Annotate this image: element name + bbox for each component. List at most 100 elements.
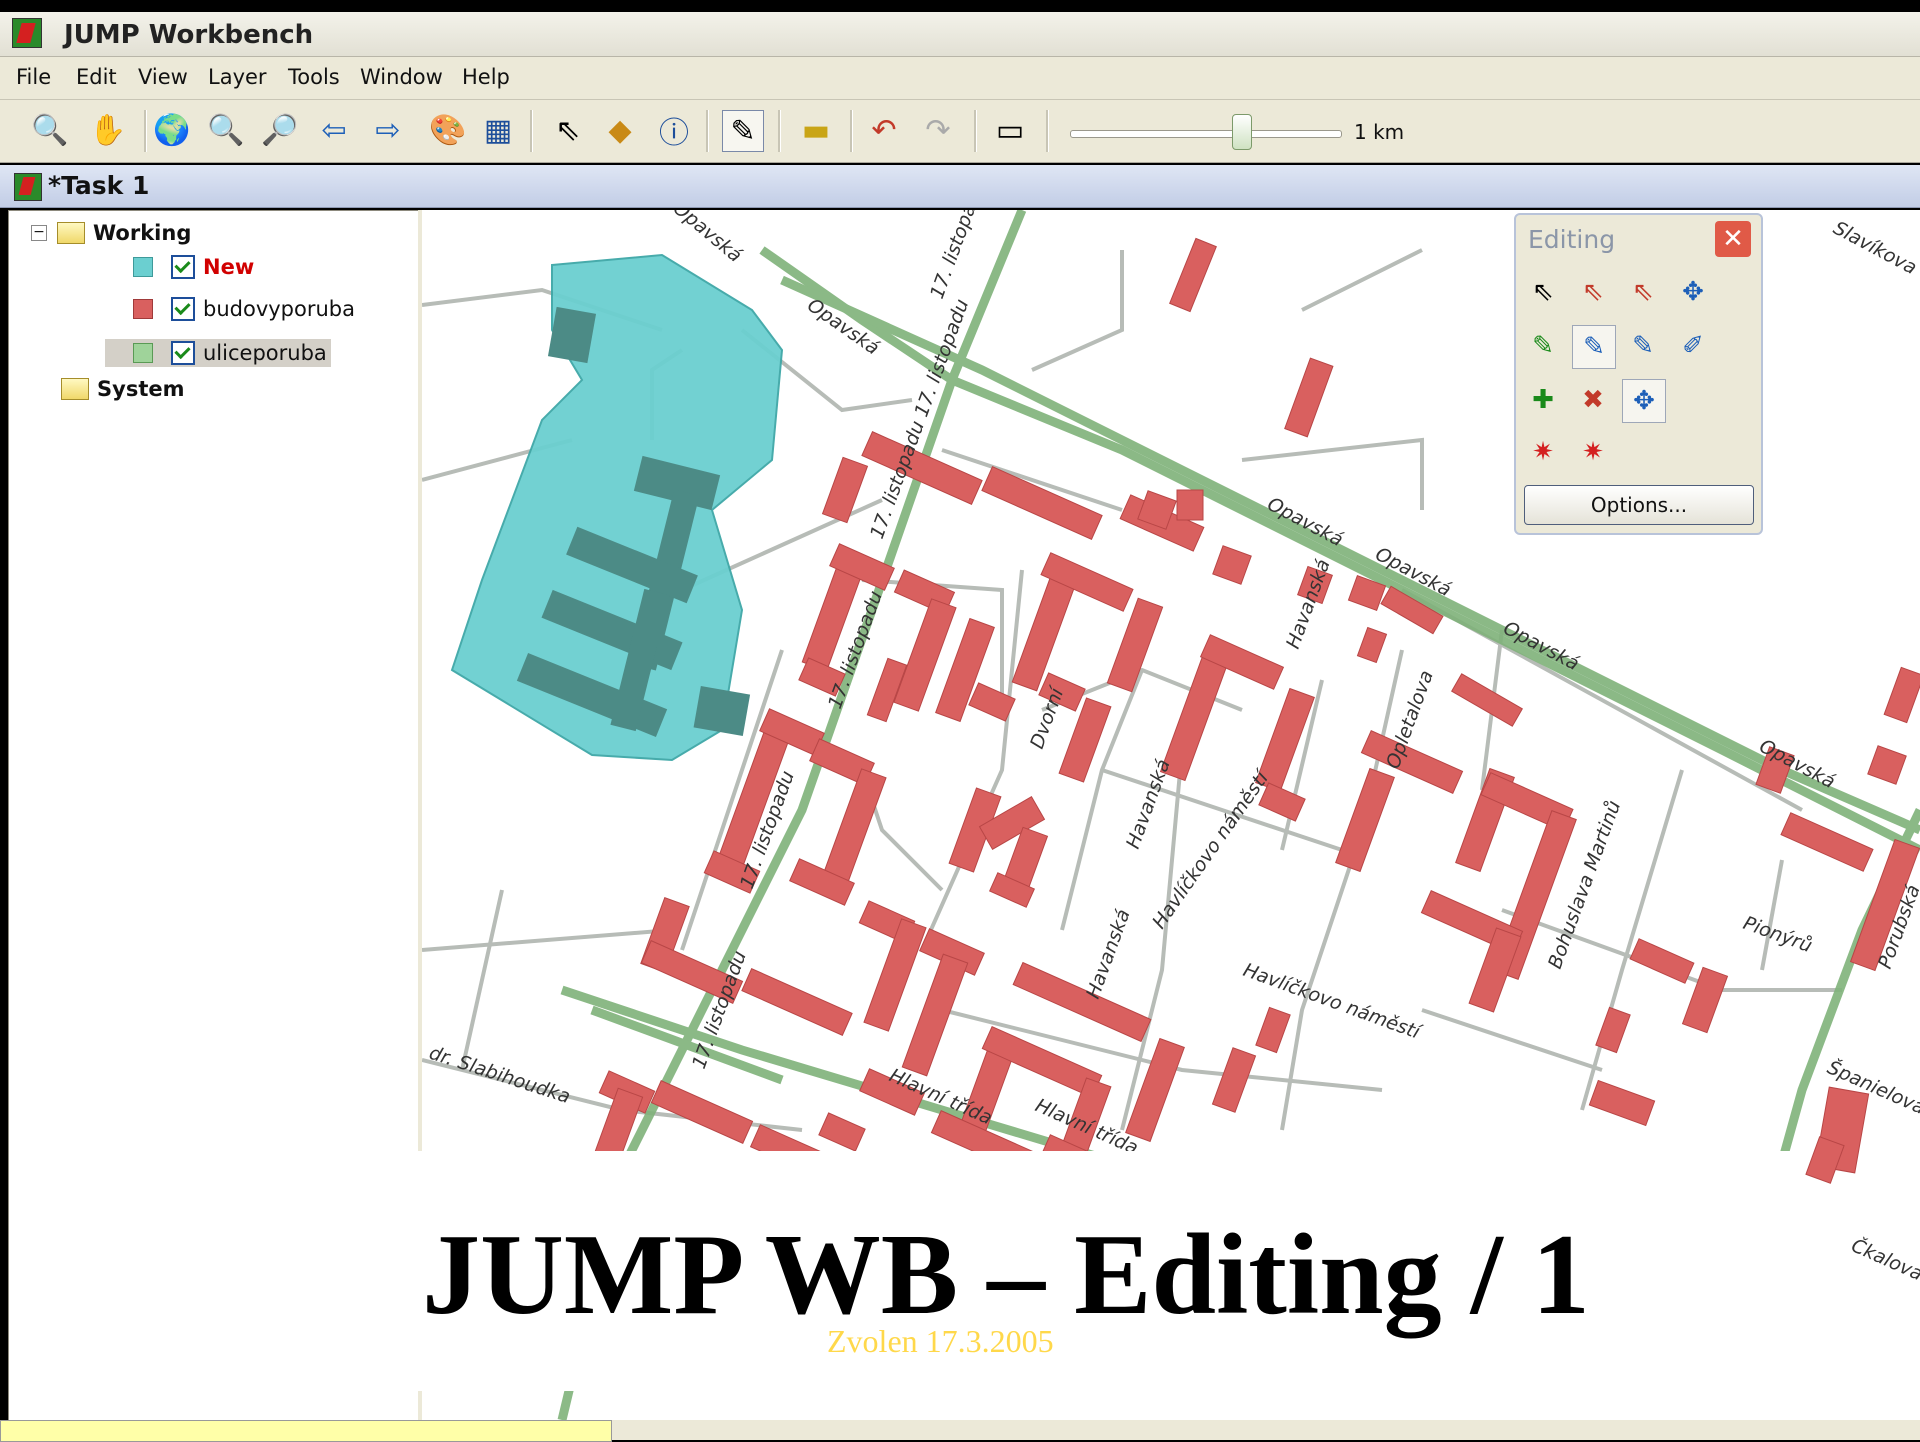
slide-subtitle: Zvolen 17.3.2005	[827, 1323, 1054, 1359]
layer-visibility-checkbox[interactable]	[171, 255, 195, 279]
toolbar: 🔍 ✋ 🌍 🔍 🔎 ⇦ ⇨ 🎨 ▦ ⇖ ◆ ⓘ ✎ ▬ ↶ ↷ ▭ 1 km	[0, 100, 1920, 163]
editing-title: Editing	[1528, 225, 1616, 254]
street-label: Opavská	[669, 210, 746, 267]
layer-label: New	[203, 255, 255, 279]
selected-polygon-new[interactable]	[450, 253, 784, 762]
insert-vertex-icon[interactable]: ✚	[1522, 379, 1564, 421]
task-frame-header: *Task 1	[0, 165, 1920, 208]
undo-icon[interactable]: ↶	[864, 110, 904, 150]
task-title: *Task 1	[48, 171, 150, 200]
move-selected-icon[interactable]: ✥	[1672, 271, 1714, 313]
delete-vertex-icon[interactable]: ✖	[1572, 379, 1614, 421]
street-label: Havanská	[1122, 756, 1175, 851]
app-icon	[12, 18, 42, 48]
menu-bar: File Edit View Layer Tools Window Help	[0, 57, 1920, 100]
scale-label: 1 km	[1354, 120, 1405, 144]
building	[821, 456, 869, 524]
building	[547, 306, 597, 364]
building	[1356, 626, 1388, 664]
folder-icon	[57, 222, 85, 244]
building	[1125, 1037, 1185, 1143]
building	[1867, 745, 1907, 785]
layer-new[interactable]: New	[133, 255, 254, 279]
cube-icon[interactable]: ◆	[600, 110, 640, 150]
menu-help[interactable]: Help	[462, 65, 510, 89]
layer-visibility-checkbox[interactable]	[171, 341, 195, 365]
zoom-full-extent-icon[interactable]: 🌍	[152, 110, 192, 150]
zoom-previous-icon[interactable]: 🔎	[260, 110, 300, 150]
menu-window[interactable]: Window	[360, 65, 443, 89]
layer-budovyporuba[interactable]: budovyporuba	[133, 297, 355, 321]
street-line	[1760, 859, 1784, 971]
toolbar-separator	[974, 110, 977, 152]
palette-icon[interactable]: 🎨	[428, 110, 468, 150]
info-icon[interactable]: ⓘ	[654, 110, 694, 151]
building	[863, 918, 927, 1032]
window-title: JUMP Workbench	[64, 20, 314, 50]
close-icon[interactable]: ✕	[1715, 221, 1751, 257]
grid-icon[interactable]: ▦	[478, 110, 518, 150]
menu-view[interactable]: View	[138, 65, 188, 89]
layer-visibility-checkbox[interactable]	[171, 297, 195, 321]
arrow-right-icon[interactable]: ⇨	[368, 110, 408, 150]
draw-rectangle-icon[interactable]: ✎	[1522, 325, 1564, 367]
layer-style-swatch	[133, 257, 153, 277]
building	[1284, 357, 1334, 438]
draw-polygon-icon[interactable]: ✎	[1572, 325, 1616, 369]
street-line	[1031, 250, 1124, 372]
building	[1805, 1136, 1845, 1184]
building	[650, 1080, 754, 1144]
layer-label: budovyporuba	[203, 297, 355, 321]
redo-icon[interactable]: ↷	[918, 110, 958, 150]
layer-style-swatch	[133, 299, 153, 319]
draw-linestring-icon[interactable]: ✎	[1622, 325, 1664, 367]
building	[1169, 237, 1217, 313]
arrow-left-icon[interactable]: ⇦	[314, 110, 354, 150]
zoom-slider-track[interactable]	[1070, 130, 1342, 138]
rectangle-icon[interactable]: ▭	[990, 110, 1030, 150]
snap-vertices-together-icon[interactable]: ✷	[1572, 431, 1614, 473]
menu-file[interactable]: File	[16, 65, 51, 89]
edit-toggle-icon[interactable]: ✎	[722, 110, 764, 152]
building	[1629, 938, 1695, 984]
folder-icon	[61, 378, 89, 400]
building	[1883, 666, 1920, 724]
building	[1255, 1006, 1291, 1054]
task-icon	[14, 173, 42, 201]
editing-toolbox: Editing ✕ ⇖ ⇖ ⇖ ✥ ✎ ✎ ✎ ✐ ✚ ✖ ✥ ✷ ✷ Opti…	[1514, 213, 1763, 535]
menu-tools[interactable]: Tools	[288, 65, 340, 89]
building	[981, 466, 1103, 540]
building	[1451, 673, 1523, 727]
zoom-slider-thumb[interactable]	[1232, 114, 1252, 150]
ruler-icon[interactable]: ▬	[796, 110, 836, 150]
pan-hand-icon[interactable]: ✋	[88, 110, 128, 150]
street-line	[460, 889, 504, 1071]
select-parts-icon[interactable]: ⇖	[1572, 271, 1614, 313]
collapse-icon[interactable]: −	[31, 225, 47, 241]
draw-point-icon[interactable]: ✐	[1672, 325, 1714, 367]
category-working[interactable]: − Working	[31, 221, 191, 245]
select-linestrings-icon[interactable]: ⇖	[1622, 271, 1664, 313]
building	[1159, 648, 1231, 782]
toolbar-separator	[850, 110, 853, 152]
status-message-area	[0, 1420, 612, 1442]
street-label: Havanská	[1082, 906, 1135, 1001]
category-system[interactable]: System	[61, 377, 184, 401]
toolbar-separator	[144, 110, 147, 152]
menu-edit[interactable]: Edit	[76, 65, 117, 89]
zoom-icon[interactable]: 🔍	[30, 110, 70, 150]
layer-label: uliceporuba	[203, 341, 327, 365]
snap-vertices-icon[interactable]: ✷	[1522, 431, 1564, 473]
layer-uliceporuba[interactable]: uliceporuba	[105, 339, 331, 367]
move-vertex-icon[interactable]: ✥	[1622, 379, 1666, 423]
zoom-selected-icon[interactable]: 🔍	[206, 110, 246, 150]
street-line	[1421, 1008, 1603, 1072]
street-line	[1241, 437, 1424, 510]
select-features-icon[interactable]: ⇖	[1522, 271, 1564, 313]
menu-layer[interactable]: Layer	[208, 65, 267, 89]
street-line	[1301, 248, 1423, 312]
select-arrow-icon[interactable]: ⇖	[548, 110, 588, 150]
street-label: Pionýrů	[1740, 912, 1815, 957]
options-button[interactable]: Options...	[1524, 485, 1754, 525]
building	[1588, 1079, 1656, 1127]
